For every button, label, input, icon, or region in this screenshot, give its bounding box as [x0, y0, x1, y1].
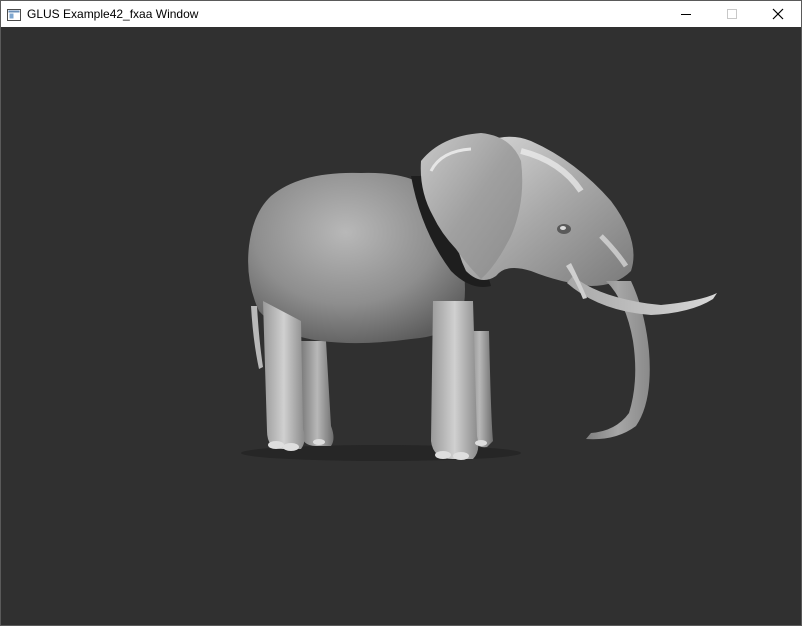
window-title: GLUS Example42_fxaa Window	[27, 7, 199, 21]
close-button[interactable]	[755, 1, 801, 27]
close-icon	[772, 8, 784, 20]
maximize-icon	[727, 9, 737, 19]
render-viewport[interactable]	[1, 27, 801, 625]
minimize-button[interactable]	[663, 1, 709, 27]
minimize-icon	[681, 14, 691, 15]
title-bar[interactable]: GLUS Example42_fxaa Window	[1, 1, 801, 27]
app-window: GLUS Example42_fxaa Window	[0, 0, 802, 626]
maximize-button[interactable]	[709, 1, 755, 27]
elephant-model	[241, 133, 717, 461]
window-app-icon[interactable]	[7, 8, 21, 21]
